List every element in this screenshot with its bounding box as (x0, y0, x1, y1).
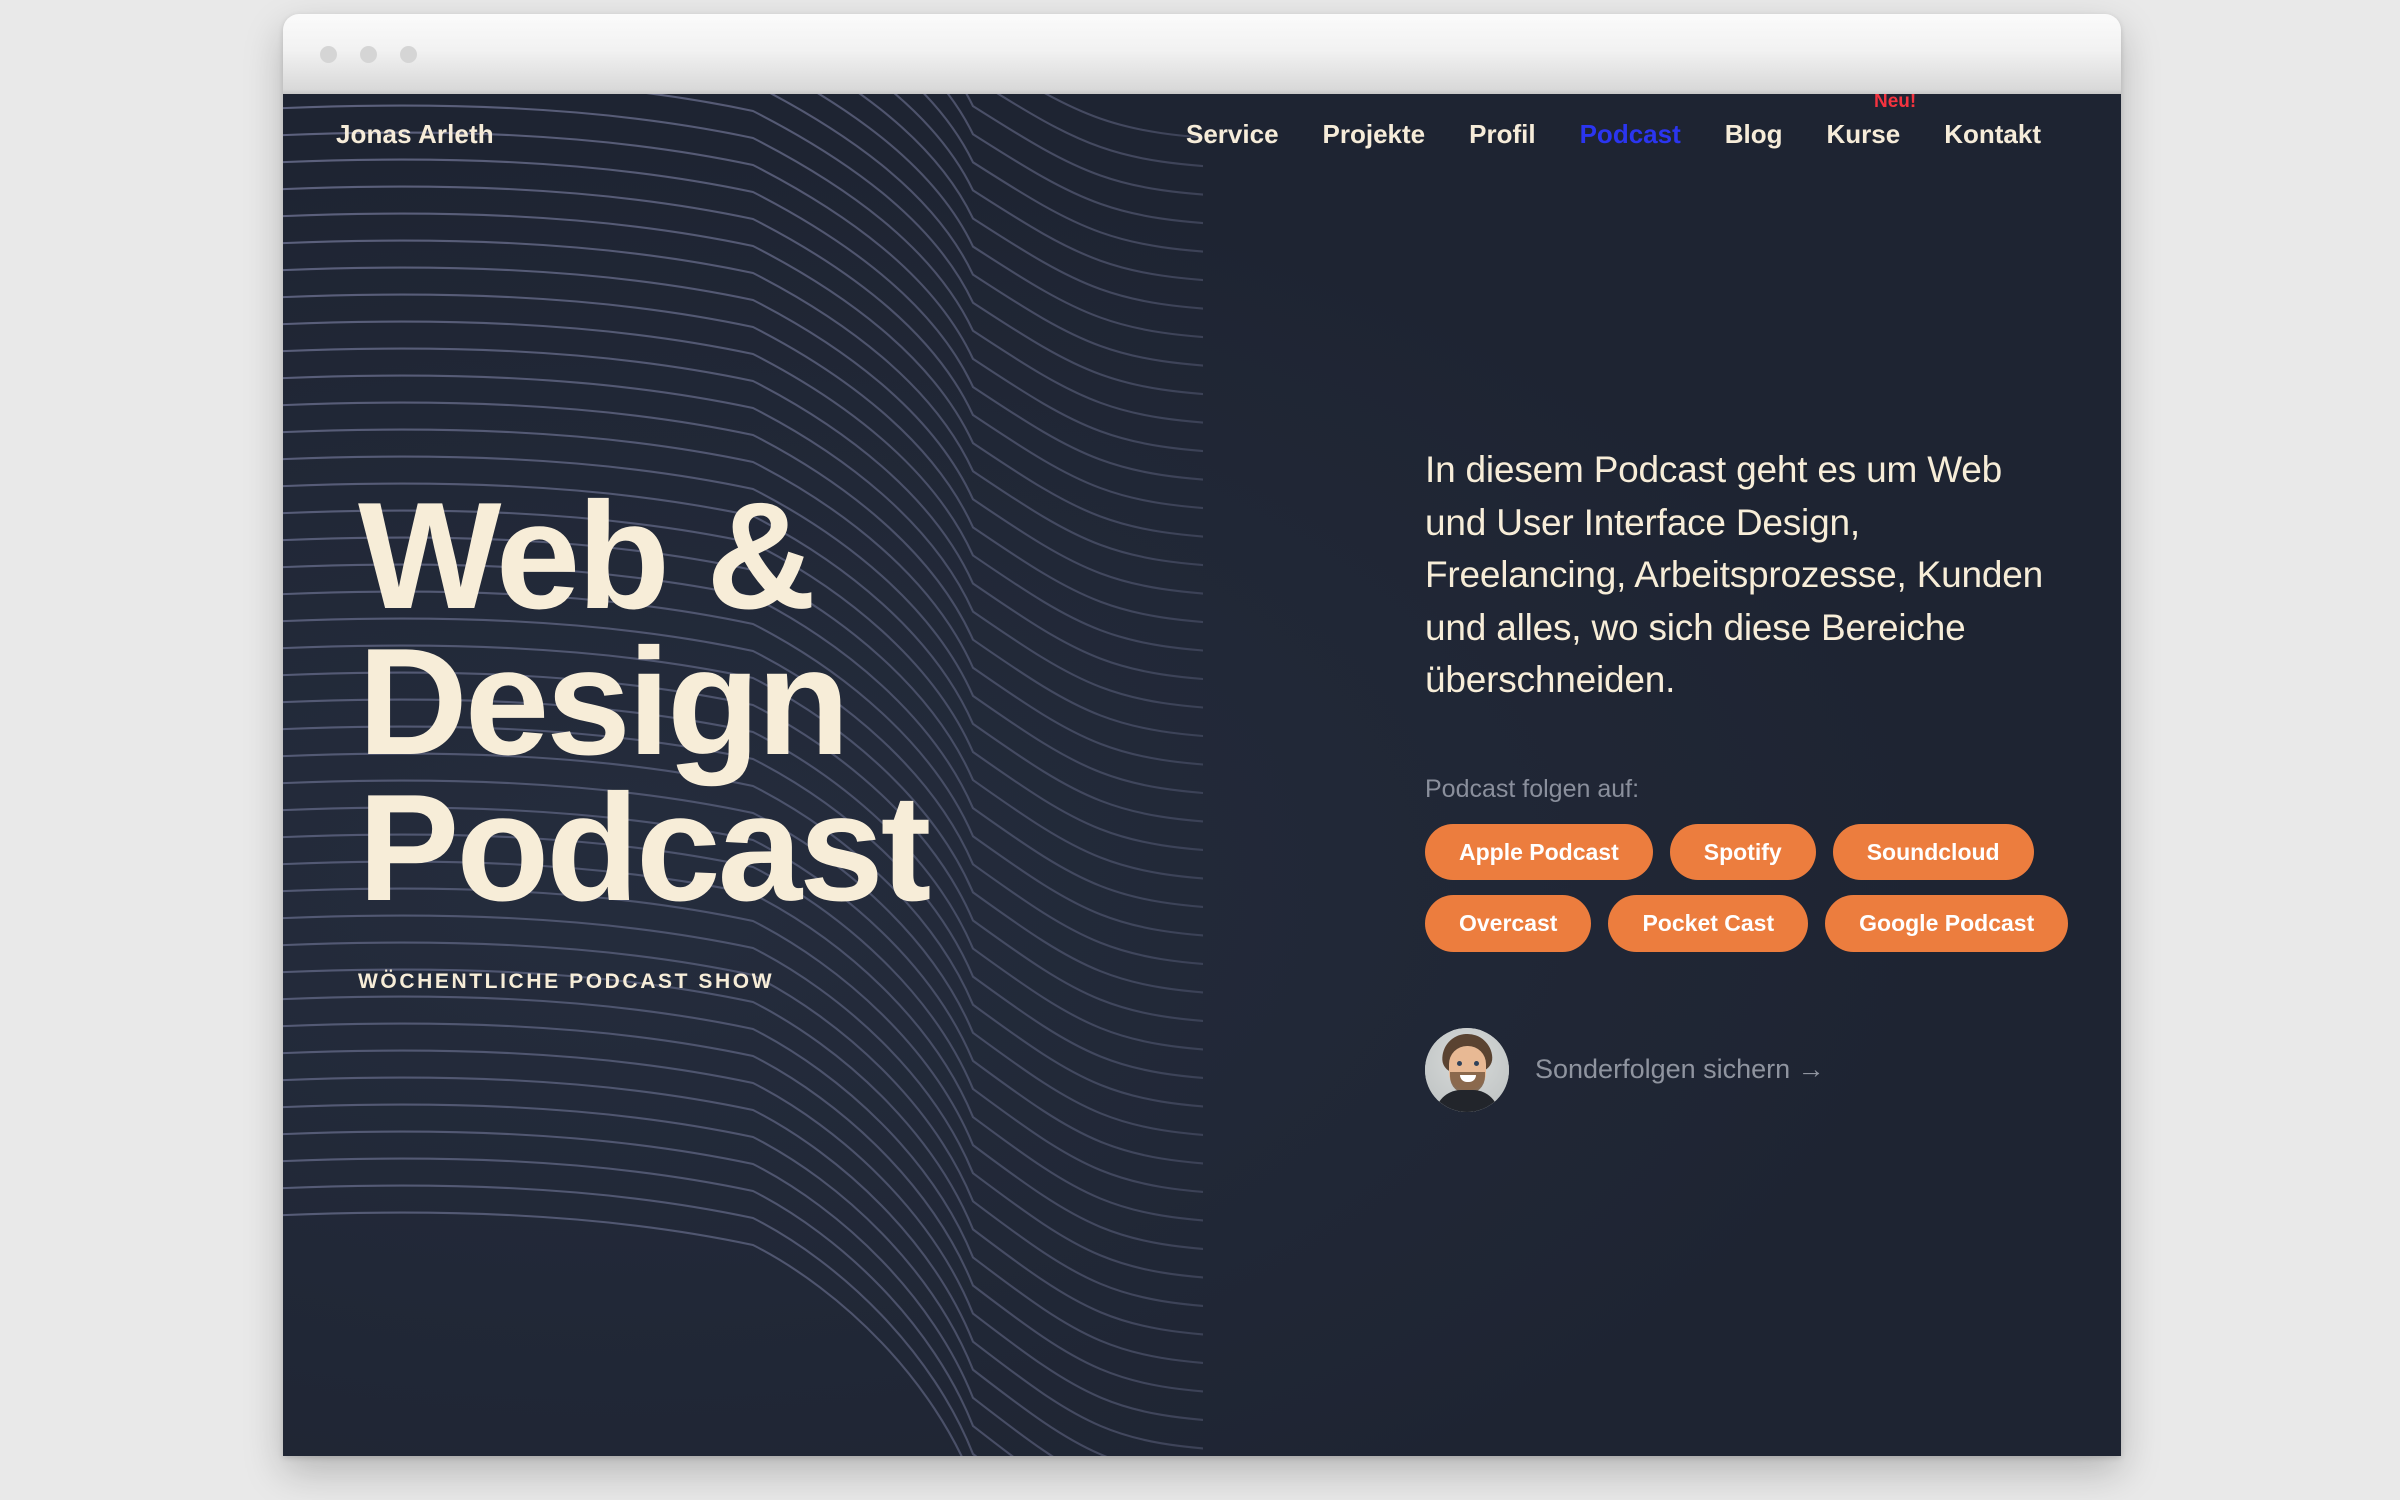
nav-item-kontakt[interactable]: Kontakt (1922, 116, 2063, 152)
soundcloud-button[interactable]: Soundcloud (1832, 823, 2034, 881)
new-badge: Neu! (1873, 94, 1917, 112)
pocket-cast-button[interactable]: Pocket Cast (1608, 895, 1809, 952)
platform-button-row-1: Apple Podcast Spotify Soundcloud (1425, 823, 2045, 881)
site-navigation: Jonas Arleth Service Projekte Profil Pod… (283, 94, 2121, 186)
traffic-light-buttons (320, 46, 417, 63)
nav-item-profil[interactable]: Profil (1447, 116, 1557, 152)
nav-item-kurse-label: Kurse (1826, 119, 1901, 149)
follow-label: Podcast folgen auf: (1425, 774, 1640, 803)
platform-button-group: Apple Podcast Spotify Soundcloud Overcas… (1425, 823, 2069, 952)
screen: Jonas Arleth Service Projekte Profil Pod… (0, 0, 2400, 1500)
nav-item-kurse[interactable]: Kurse Neu! (1805, 94, 1923, 152)
special-episodes-link[interactable]: Sonderfolgen sichern → (1535, 1054, 1825, 1085)
hero-heading-block: Web & Design Podcast WÖCHENTLICHE PODCAS… (358, 471, 931, 994)
browser-chrome (283, 14, 2121, 94)
hero-side-column: In diesem Podcast geht es um Web und Use… (1425, 444, 2069, 1112)
title-line-1: Web & (358, 471, 816, 641)
intro-paragraph: In diesem Podcast geht es um Web und Use… (1425, 449, 2044, 701)
title-line-2: Design (358, 616, 850, 787)
nav-item-blog[interactable]: Blog (1703, 116, 1805, 152)
page-title: Web & Design Podcast (358, 471, 931, 933)
platform-button-row-2: Overcast Pocket Cast Google Podcast (1425, 895, 2069, 952)
browser-window: Jonas Arleth Service Projekte Profil Pod… (283, 14, 2121, 1456)
nav-item-podcast[interactable]: Podcast (1558, 116, 1703, 152)
site-logo[interactable]: Jonas Arleth (336, 119, 494, 150)
avatar-eye-left (1457, 1060, 1462, 1066)
avatar-eye-right (1474, 1060, 1479, 1066)
website-page: Jonas Arleth Service Projekte Profil Pod… (283, 94, 2121, 1456)
author-row: Sonderfolgen sichern → (1425, 1027, 2045, 1112)
overcast-button[interactable]: Overcast (1425, 895, 1592, 952)
apple-podcast-button[interactable]: Apple Podcast (1425, 823, 1653, 881)
title-line-3: Podcast (358, 762, 931, 933)
nav-item-service[interactable]: Service (1164, 116, 1301, 152)
minimize-button-icon[interactable] (360, 46, 377, 63)
zoom-button-icon[interactable] (400, 46, 417, 63)
spotify-button[interactable]: Spotify (1669, 823, 1816, 881)
avatar (1425, 1027, 1509, 1112)
google-podcast-button[interactable]: Google Podcast (1825, 895, 2069, 952)
hero-kicker: WÖCHENTLICHE PODCAST SHOW (358, 969, 775, 993)
close-button-icon[interactable] (320, 46, 337, 63)
nav-menu: Service Projekte Profil Podcast Blog Kur… (1164, 94, 2063, 152)
nav-item-projekte[interactable]: Projekte (1301, 116, 1448, 152)
